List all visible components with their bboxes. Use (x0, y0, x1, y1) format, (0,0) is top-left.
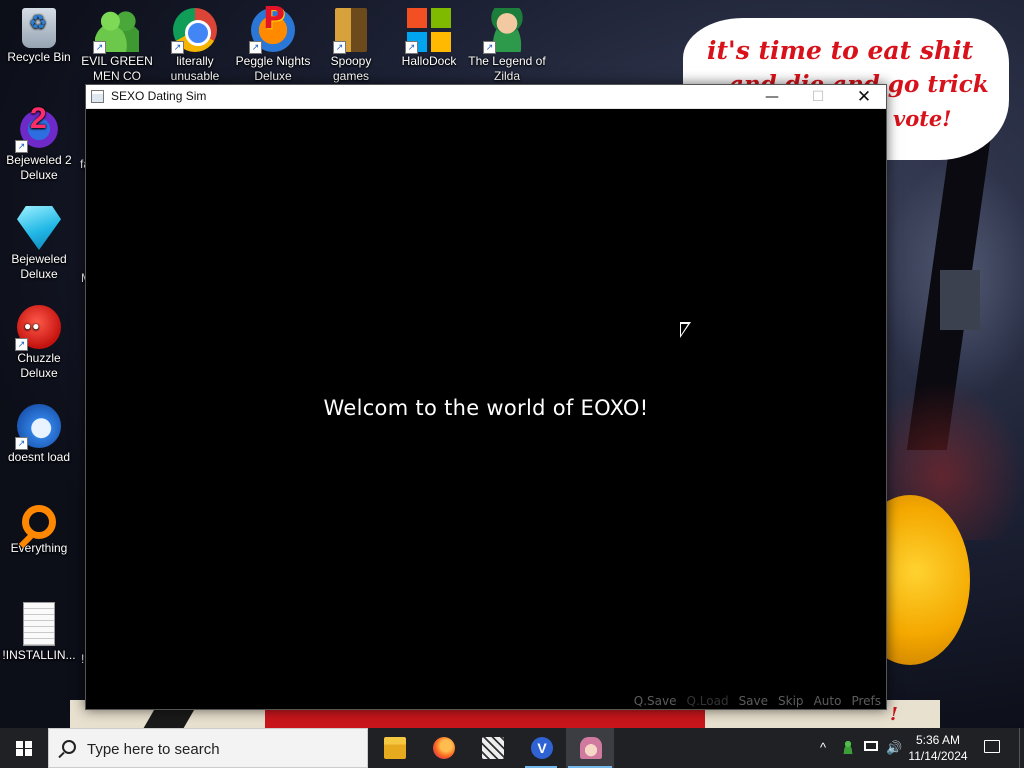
prefs-button[interactable]: Prefs (851, 694, 881, 708)
game-icon (482, 737, 504, 759)
desktop-icon-doesnt-load[interactable]: ↗ doesnt load (0, 398, 78, 480)
taskbar-game[interactable] (468, 728, 516, 768)
tray-network[interactable] (862, 728, 880, 768)
clipped-desktop-label: ! (81, 652, 85, 666)
network-icon (864, 741, 878, 751)
wallpaper-house (940, 270, 980, 330)
minimize-button[interactable]: — (749, 85, 795, 109)
clock-time: 5:36 AM (915, 733, 961, 747)
search-icon (62, 740, 76, 754)
shortcut-arrow-icon: ↗ (249, 41, 262, 54)
desktop-icon-label: Chuzzle Deluxe (17, 351, 61, 380)
desktop-icon-label: EVIL GREEN MEN CO (81, 54, 153, 83)
chrome-icon: ↗ (171, 8, 217, 54)
shortcut-arrow-icon: ↗ (333, 41, 346, 54)
chuzzle-icon: ↗ (15, 305, 61, 351)
bejeweled-icon (17, 206, 61, 250)
taskbar-file-explorer[interactable] (370, 728, 418, 768)
window-titlebar[interactable]: SEXO Dating Sim — ☐ ✕ (86, 85, 886, 109)
search-input[interactable] (87, 738, 357, 760)
v-app-icon: V (531, 737, 553, 759)
file-explorer-icon (384, 737, 406, 759)
desktop-icon-label: Peggle Nights Deluxe (235, 54, 311, 83)
desktop-icon-bejeweled[interactable]: Bejeweled Deluxe (0, 200, 78, 282)
notification-icon (984, 740, 1000, 753)
shortcut-arrow-icon: ↗ (15, 338, 28, 351)
wallpaper-mark: ! (890, 704, 898, 725)
taskbar-v-app[interactable]: V (517, 728, 565, 768)
desktop-icon-label: Bejeweled 2 Deluxe (6, 153, 72, 182)
start-button[interactable] (0, 728, 48, 768)
dating-sim-icon (580, 737, 602, 759)
zilda-icon: ↗ (483, 8, 529, 54)
mouse-cursor-icon (680, 322, 691, 338)
quick-load-button[interactable]: Q.Load (687, 694, 729, 708)
people-icon (842, 740, 854, 754)
taskbar-dating-sim[interactable] (566, 728, 614, 768)
bejeweled-2-icon: ↗ (15, 107, 61, 153)
desktop-icon-label: Recycle Bin (7, 50, 71, 64)
shortcut-arrow-icon: ↗ (15, 140, 28, 153)
save-button[interactable]: Save (739, 694, 768, 708)
shortcut-arrow-icon: ↗ (483, 41, 496, 54)
peggle-icon: ↗ (249, 8, 295, 54)
people-icon: ↗ (93, 8, 139, 54)
skip-button[interactable]: Skip (778, 694, 804, 708)
windows-icon: ↗ (405, 8, 451, 54)
taskbar-firefox[interactable] (419, 728, 467, 768)
desktop-icon-literally-unusable[interactable]: ↗ literally unusable (156, 2, 234, 84)
desktop-icon-evil-green-men[interactable]: ↗ EVIL GREEN MEN CO (78, 2, 156, 84)
desktop-icon-bejeweled-2[interactable]: ↗ Bejeweled 2 Deluxe (0, 101, 78, 183)
thunderbird-icon: ↗ (15, 404, 61, 450)
desktop-icon-label: The Legend of Zilda (468, 54, 546, 83)
text-file-icon (23, 602, 55, 646)
desktop-icon-legend-of-zilda[interactable]: ↗ The Legend of Zilda (468, 2, 546, 84)
show-desktop-button[interactable] (1019, 728, 1024, 768)
window-title: SEXO Dating Sim (111, 89, 207, 103)
shortcut-arrow-icon: ↗ (405, 41, 418, 54)
everything-icon (22, 505, 56, 539)
windows-logo-icon (16, 741, 32, 756)
desktop-icon-spoopy-games[interactable]: ↗ Spoopy games (312, 2, 390, 84)
game-canvas[interactable]: Welcom to the world of EOXO! Q.Save Q.Lo… (86, 109, 886, 709)
desktop-icon-installing-file[interactable]: !INSTALLIN... (0, 596, 78, 678)
desktop-icon-recycle-bin[interactable]: Recycle Bin (0, 2, 78, 80)
taskbar: V ^ 🔊 5:36 AM 11/14/2024 (0, 728, 1024, 768)
desktop-icon-label: Everything (10, 541, 68, 555)
close-button[interactable]: ✕ (841, 85, 887, 109)
action-center-button[interactable] (980, 728, 1004, 768)
desktop-icon-label: Spoopy games (330, 54, 372, 83)
taskbar-clock[interactable]: 5:36 AM 11/14/2024 (905, 728, 971, 768)
shortcut-arrow-icon: ↗ (15, 437, 28, 450)
desktop-icon-label: Bejeweled Deluxe (11, 252, 67, 281)
auto-button[interactable]: Auto (814, 694, 842, 708)
window-app-icon (91, 90, 104, 103)
desktop-icon-chuzzle[interactable]: ↗ Chuzzle Deluxe (0, 299, 78, 381)
spoopy-icon: ↗ (333, 8, 367, 54)
dialogue-text: Welcom to the world of EOXO! (323, 396, 649, 420)
dating-sim-window[interactable]: SEXO Dating Sim — ☐ ✕ Welcom to the worl… (85, 84, 887, 710)
desktop-icon-everything[interactable]: Everything (0, 497, 78, 571)
desktop-icon-label: literally unusable (170, 54, 220, 83)
maximize-button[interactable]: ☐ (795, 85, 841, 109)
clock-date: 11/14/2024 (908, 749, 968, 763)
shortcut-arrow-icon: ↗ (171, 41, 184, 54)
recycle-bin-icon (22, 8, 56, 48)
desktop-icon-label: doesnt load (7, 450, 71, 464)
firefox-icon (433, 737, 455, 759)
desktop-icon-hallodock[interactable]: ↗ HalloDock (390, 2, 468, 84)
taskbar-search-box[interactable] (48, 728, 368, 768)
quick-menu: Q.Save Q.Load Save Skip Auto Prefs (634, 694, 881, 708)
shortcut-arrow-icon: ↗ (93, 41, 106, 54)
volume-icon[interactable]: 🔊 (886, 728, 902, 768)
desktop-icon-label: HalloDock (401, 54, 457, 68)
show-hidden-icons-button[interactable]: ^ (815, 728, 831, 768)
desktop-icon-label: !INSTALLIN... (2, 648, 76, 662)
tray-people[interactable] (839, 728, 855, 768)
speech-line-1: it's time to eat shit (707, 36, 974, 65)
quick-save-button[interactable]: Q.Save (634, 694, 677, 708)
desktop-icon-peggle-nights[interactable]: ↗ Peggle Nights Deluxe (234, 2, 312, 84)
